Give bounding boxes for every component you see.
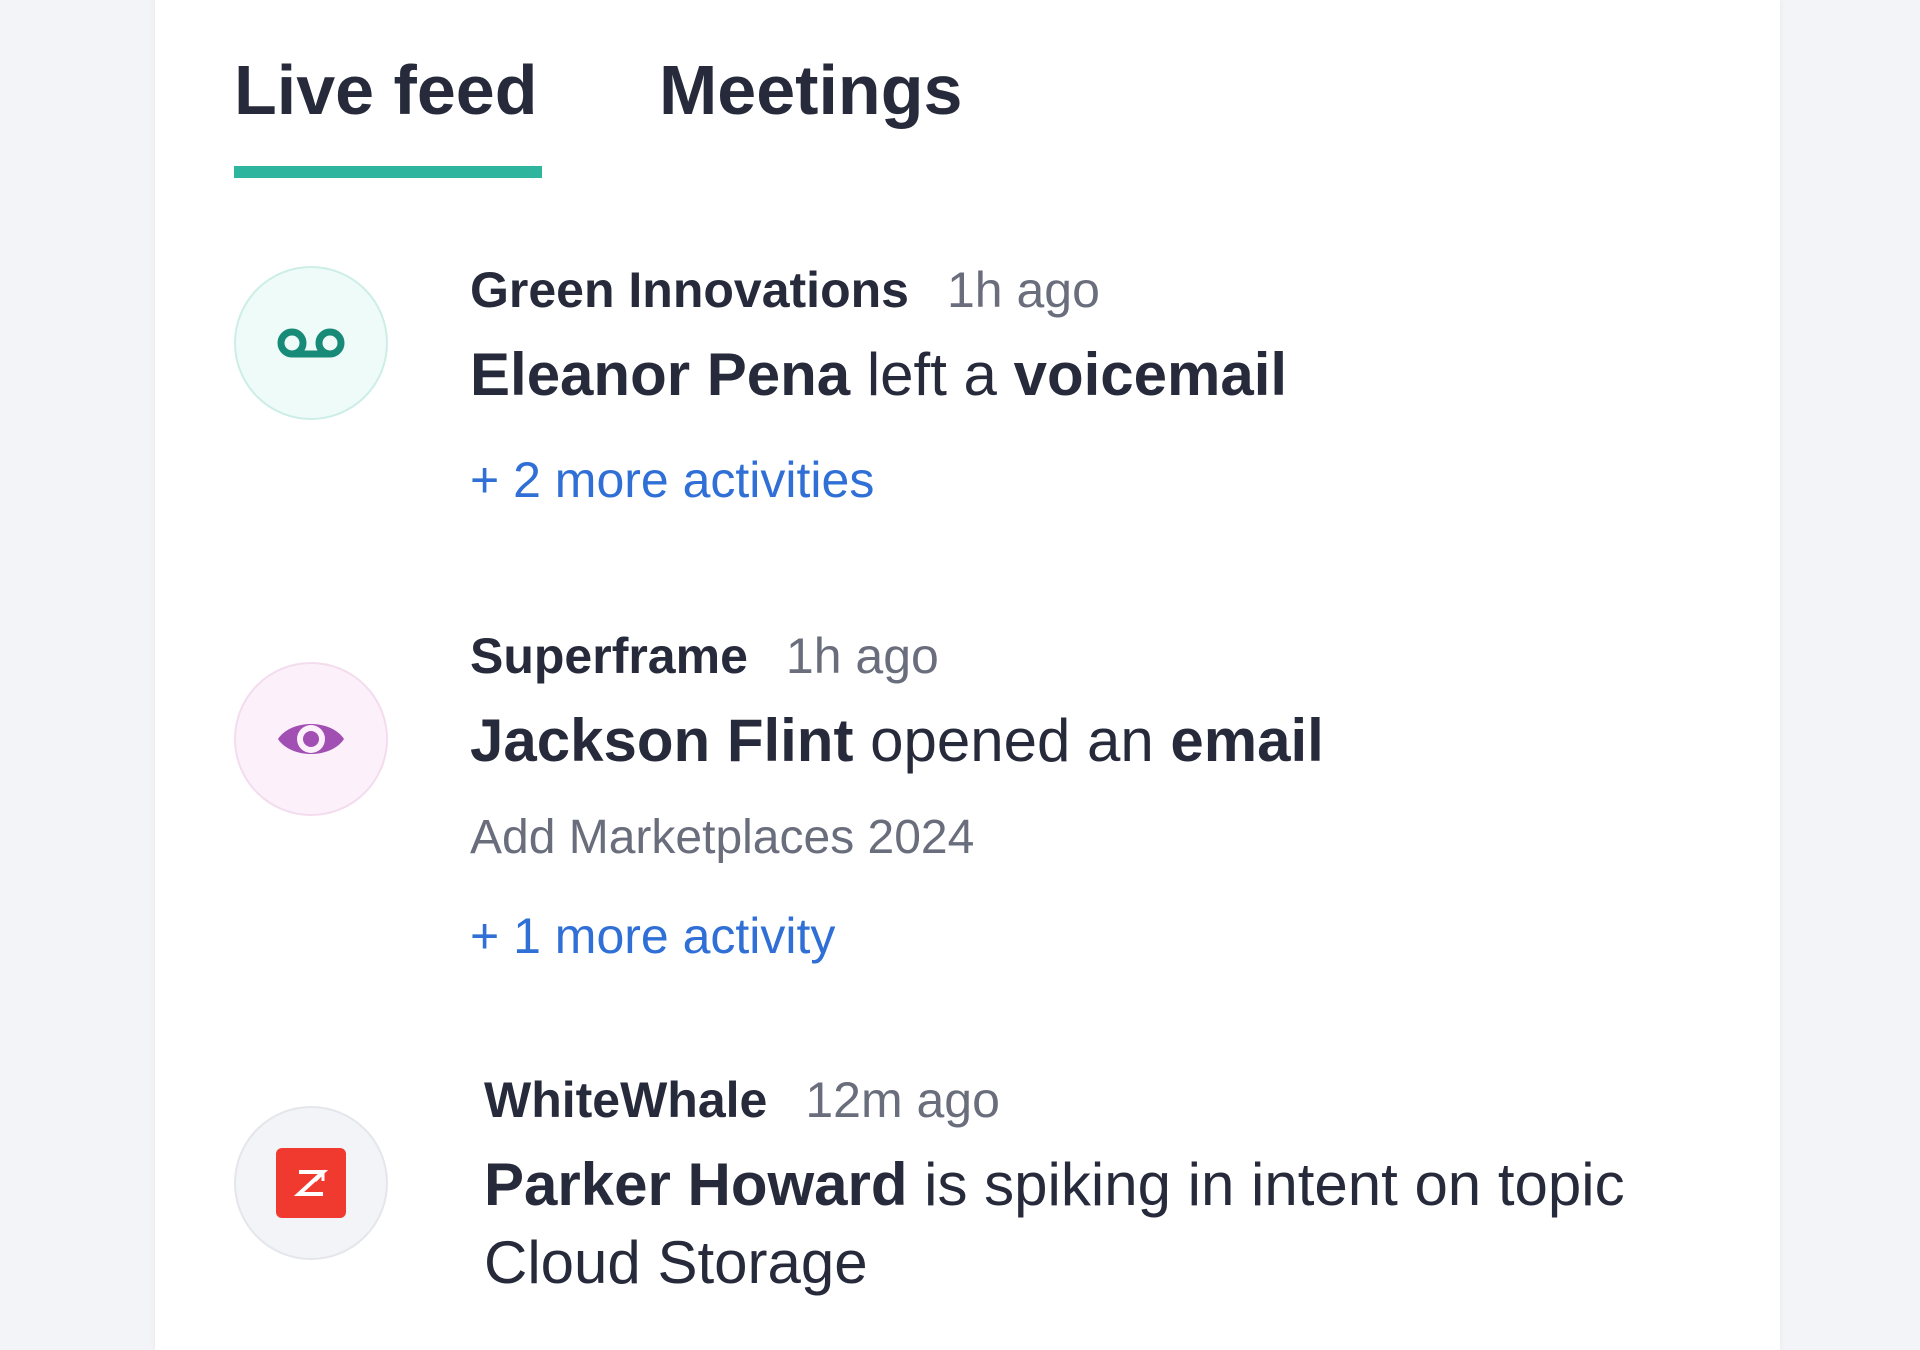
intent-avatar (234, 1106, 388, 1260)
email-open-avatar (234, 662, 388, 816)
feed-item-content: WhiteWhale 12m ago Parker Howard is spiki… (484, 1068, 1734, 1302)
eye-icon (278, 724, 344, 754)
active-tab-indicator (234, 166, 542, 178)
feed-item-content: Superframe 1h ago Jackson Flint opened an… (470, 624, 1720, 968)
voicemail-icon (277, 328, 345, 358)
activity-action: left a (850, 341, 1014, 408)
activity-headline: Jackson Flint opened an email (470, 702, 1720, 780)
timestamp: 1h ago (946, 262, 1100, 318)
activity-object: email (1170, 707, 1324, 774)
timestamp: 12m ago (805, 1072, 1000, 1128)
tab-meetings[interactable]: Meetings (659, 40, 962, 140)
tab-bar: Live feed Meetings (234, 40, 1634, 180)
activity-object: voicemail (1013, 341, 1288, 408)
email-subject: Add Marketplaces 2024 (470, 811, 975, 864)
contact-name[interactable]: Jackson Flint (470, 707, 853, 774)
feed-item-meta: Superframe 1h ago (470, 624, 1720, 688)
feed-item-meta: Green Innovations 1h ago (470, 258, 1720, 322)
feed-item-meta: WhiteWhale 12m ago (484, 1068, 1734, 1132)
contact-name[interactable]: Eleanor Pena (470, 341, 850, 408)
activity-headline: Eleanor Pena left a voicemail (470, 336, 1720, 414)
company-name[interactable]: Green Innovations (470, 262, 909, 318)
tab-live-feed[interactable]: Live feed (234, 40, 537, 140)
live-feed-panel: Live feed Meetings Green Innovations 1h a… (155, 0, 1780, 1350)
company-name[interactable]: WhiteWhale (484, 1072, 767, 1128)
feed-item-content: Green Innovations 1h ago Eleanor Pena lef… (470, 258, 1720, 512)
activity-action: opened an (853, 707, 1171, 774)
timestamp: 1h ago (785, 628, 939, 684)
voicemail-avatar (234, 266, 388, 420)
zoominfo-icon (276, 1148, 346, 1218)
company-name[interactable]: Superframe (470, 628, 748, 684)
contact-name[interactable]: Parker Howard (484, 1151, 908, 1218)
more-activities-link[interactable]: + 2 more activities (470, 448, 874, 512)
more-activities-link[interactable]: + 1 more activity (470, 904, 835, 968)
activity-headline: Parker Howard is spiking in intent on to… (484, 1146, 1734, 1302)
